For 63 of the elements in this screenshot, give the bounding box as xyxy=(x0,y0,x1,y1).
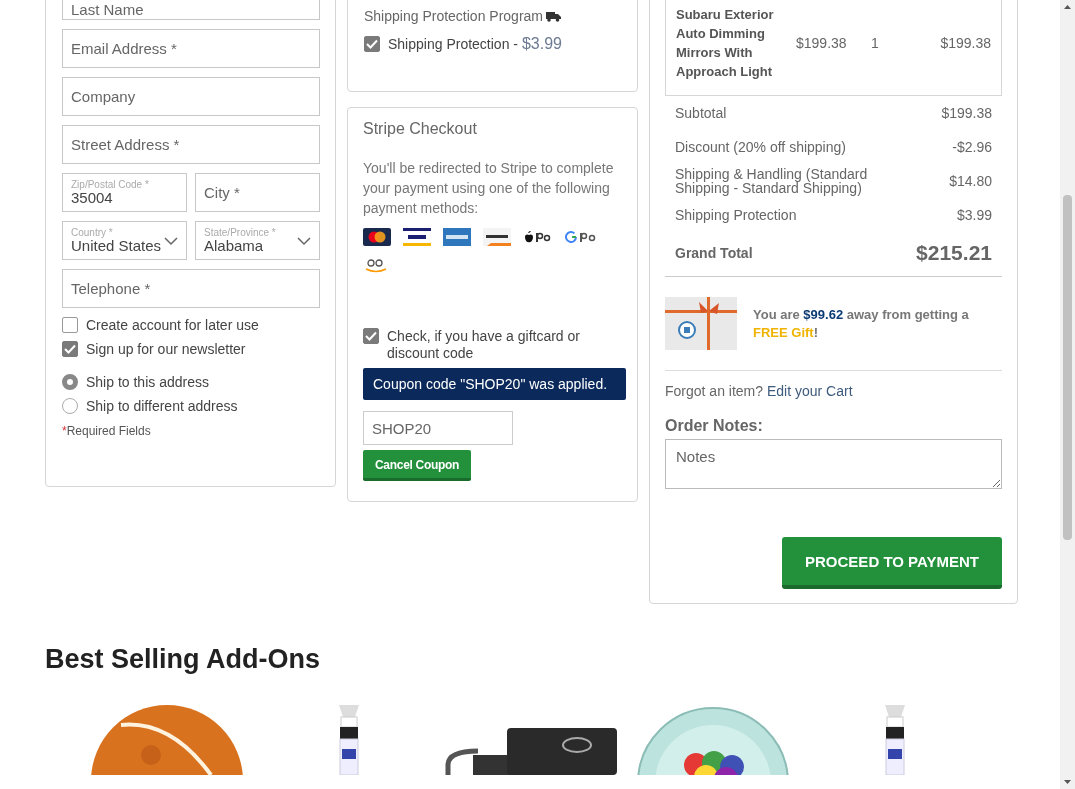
required-fields-note: *Required Fields xyxy=(62,424,152,438)
description: You'll be redirected to Stripe to complete your payment using one of the following payment methods: xyxy=(363,159,615,218)
grand-total-value: $215.21 xyxy=(916,241,992,265)
coupon-code-field[interactable]: SHOP20 xyxy=(363,411,513,445)
order-notes-label: Order Notes: xyxy=(665,417,764,435)
text-field[interactable]: City * xyxy=(195,173,320,212)
checkbox-label: Sign up for our newsletter xyxy=(86,341,246,357)
text-field[interactable]: Last Name xyxy=(62,0,320,20)
amex-card-icon xyxy=(443,228,471,246)
product-name: Subaru Exterior Auto Dimming Mirrors With Approach Light xyxy=(676,6,775,81)
apple-pay-icon xyxy=(523,230,553,244)
proceed-to-payment-button[interactable]: PROCEED TO PAYMENT xyxy=(782,537,1002,589)
text-field[interactable]: Street Address * xyxy=(62,125,320,164)
scrollbar[interactable] xyxy=(1060,0,1075,789)
price: $3.99 xyxy=(521,35,562,53)
free-gift-message: You are $99.62 away from getting a FREE Gift! xyxy=(753,305,970,342)
scrollbar-thumb[interactable] xyxy=(1063,195,1072,540)
checkbox[interactable] xyxy=(62,317,78,333)
cancel-coupon-button[interactable]: Cancel Coupon xyxy=(363,450,472,481)
radio-button[interactable] xyxy=(62,398,78,414)
total-label: Discount (20% off shipping) xyxy=(675,140,847,154)
text-field[interactable]: Telephone * xyxy=(62,269,320,308)
select-field[interactable]: Country * United States xyxy=(62,221,187,260)
total-value: $199.38 xyxy=(941,105,992,121)
checkbox[interactable] xyxy=(62,341,78,357)
total-label: Subtotal xyxy=(675,106,728,120)
total-label: Shipping Protection xyxy=(675,208,798,222)
total-label: Shipping & Handling (Standard Shipping - Standard Shipping) xyxy=(675,167,869,195)
unit-price: $199.38 xyxy=(796,35,848,51)
text-field[interactable]: Company xyxy=(62,77,320,116)
coupon-applied-message: Coupon code "SHOP20" was applied. xyxy=(363,368,626,400)
checkbox[interactable] xyxy=(364,36,380,52)
google-pay-icon xyxy=(565,230,597,244)
radio-label: Ship to different address xyxy=(86,398,238,414)
edit-cart-link[interactable]: Edit your Cart xyxy=(766,383,853,399)
radio-button[interactable] xyxy=(62,374,78,390)
mastercard-icon xyxy=(363,228,391,246)
total-value: $3.99 xyxy=(956,207,992,223)
checkbox[interactable] xyxy=(363,328,379,344)
forgot-item-text: Forgot an item? Edit your Cart xyxy=(665,383,854,399)
checkbox-label: Create account for later use xyxy=(86,317,259,333)
section-heading: Best Selling Add-Ons xyxy=(45,644,322,675)
grand-total-label: Grand Total xyxy=(675,245,753,261)
total-value: -$2.96 xyxy=(952,139,992,155)
section-title: Stripe Checkout xyxy=(363,120,478,138)
chevron-down-icon xyxy=(164,237,178,246)
chevron-down-icon xyxy=(297,237,311,246)
checkbox-label: Shipping Protection - xyxy=(388,36,518,52)
zip-field[interactable]: Zip/Postal Code * 35004 xyxy=(62,173,187,212)
gift-card-icon xyxy=(665,297,737,350)
section-title: Shipping Protection Program xyxy=(364,8,543,24)
select-field[interactable]: State/Province * Alabama xyxy=(195,221,320,260)
text-field[interactable]: Email Address * xyxy=(62,29,320,68)
truck-icon xyxy=(546,10,561,22)
visa-card-icon xyxy=(403,228,431,246)
quantity: 1 xyxy=(870,35,880,51)
total-value: $14.80 xyxy=(949,173,992,189)
order-notes-field[interactable]: Notes xyxy=(665,439,1002,489)
radio-label: Ship to this address xyxy=(86,374,209,390)
line-total: $199.38 xyxy=(939,35,991,51)
amazon-pay-icon xyxy=(363,256,389,274)
discover-card-icon xyxy=(483,228,511,246)
checkbox-label: Check, if you have a giftcard or discount code xyxy=(387,328,581,362)
